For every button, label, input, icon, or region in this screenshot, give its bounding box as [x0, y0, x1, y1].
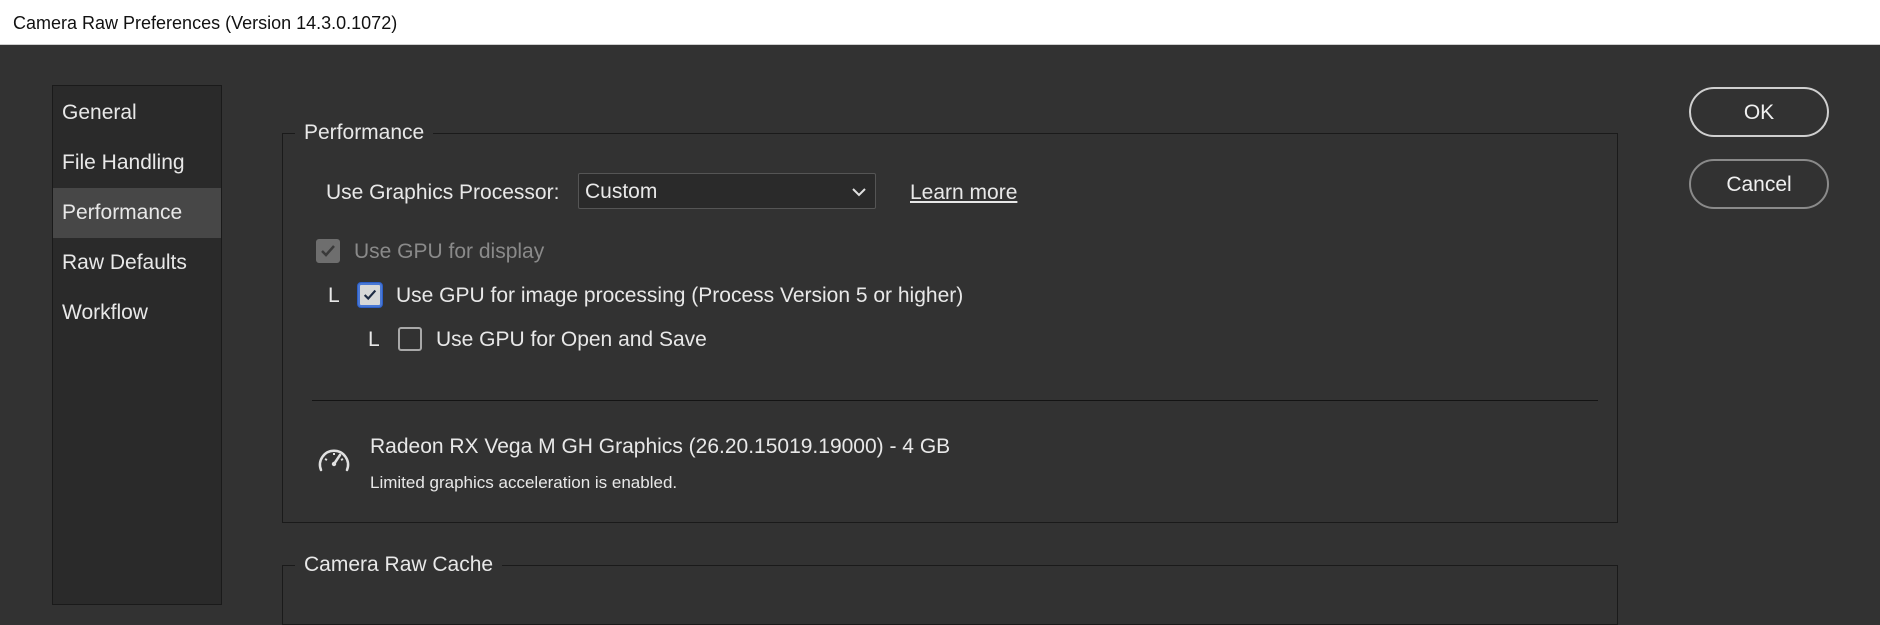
use-gpu-open-save-label: Use GPU for Open and Save — [436, 328, 707, 351]
sidebar-item-workflow[interactable]: Workflow — [53, 288, 221, 338]
sidebar-item-general[interactable]: General — [53, 88, 221, 138]
cancel-button[interactable]: Cancel — [1689, 159, 1829, 209]
tree-marker: L — [328, 284, 340, 307]
gpu-status: Limited graphics acceleration is enabled… — [370, 473, 678, 492]
use-gpu-processing-checkbox[interactable] — [358, 283, 382, 307]
ok-button[interactable]: OK — [1689, 87, 1829, 137]
checkmark-icon — [321, 245, 335, 257]
sidebar: General File Handling Performance Raw De… — [52, 85, 222, 605]
title-bar: Camera Raw Preferences (Version 14.3.0.1… — [0, 0, 1880, 45]
camera-raw-cache-legend: Camera Raw Cache — [295, 553, 503, 577]
sidebar-item-file-handling[interactable]: File Handling — [53, 138, 221, 188]
use-gpu-open-save-checkbox[interactable] — [398, 327, 422, 351]
sidebar-item-raw-defaults[interactable]: Raw Defaults — [53, 238, 221, 288]
use-gpu-processing-label: Use GPU for image processing (Process Ve… — [396, 284, 964, 307]
use-gpu-display-checkbox[interactable] — [316, 239, 340, 263]
learn-more-link[interactable]: Learn more — [910, 181, 1017, 205]
performance-legend: Performance — [295, 121, 434, 145]
use-gpu-display-label: Use GPU for display — [354, 240, 545, 263]
window-title: Camera Raw Preferences (Version 14.3.0.1… — [13, 13, 398, 33]
speedometer-icon — [318, 449, 350, 472]
checkmark-icon — [363, 289, 377, 301]
sidebar-item-performance[interactable]: Performance — [53, 188, 221, 238]
separator — [312, 400, 1598, 401]
gpu-processor-select[interactable]: Custom — [578, 173, 876, 209]
tree-marker: L — [368, 328, 380, 351]
chevron-down-icon — [852, 188, 866, 197]
gpu-processor-value: Custom — [585, 180, 658, 203]
gpu-name: Radeon RX Vega M GH Graphics (26.20.1501… — [370, 435, 951, 458]
gpu-processor-label: Use Graphics Processor: — [326, 181, 560, 204]
